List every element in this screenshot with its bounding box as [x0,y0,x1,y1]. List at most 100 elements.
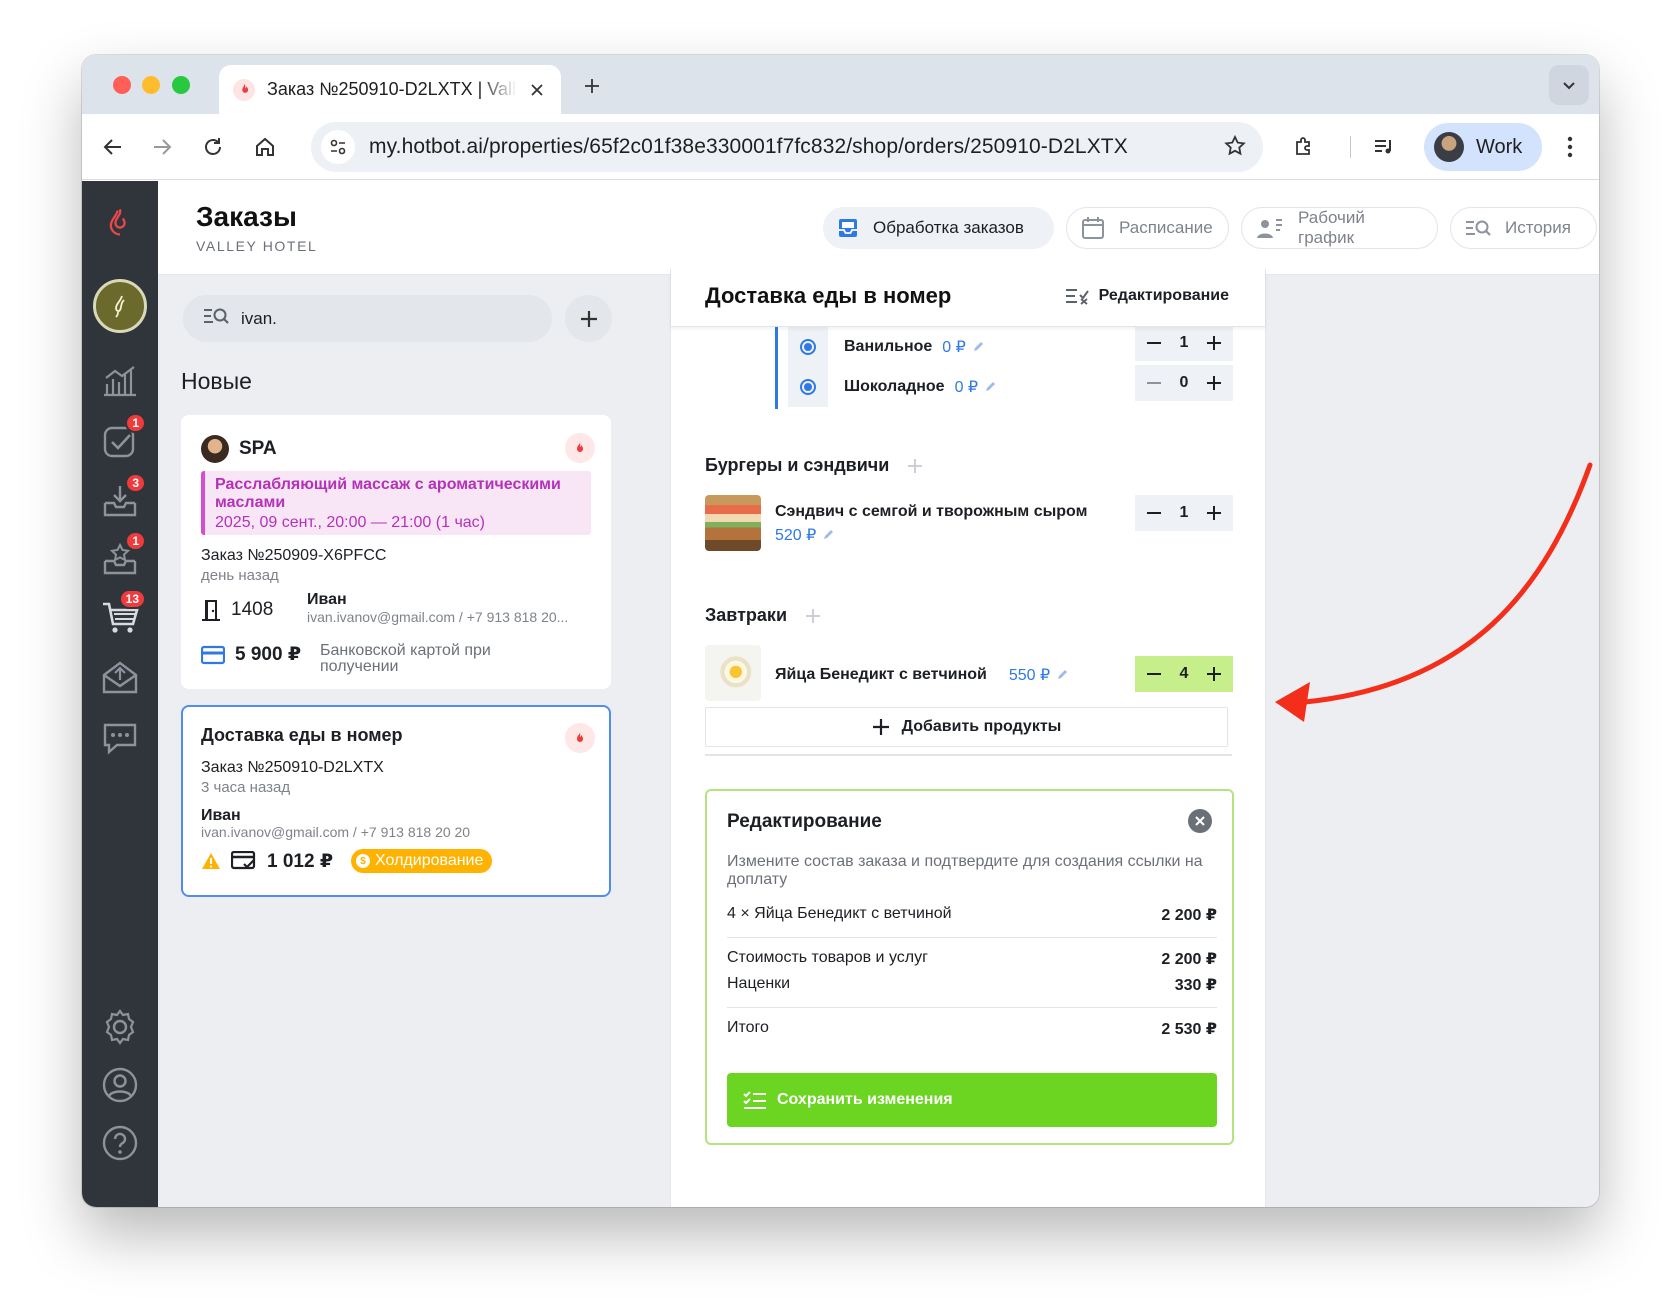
tab-history[interactable]: История [1450,207,1597,249]
plus-icon[interactable] [1203,663,1225,685]
plus-icon [872,718,890,736]
product-image [705,645,761,701]
order-amount: 5 900 ₽ [235,644,302,665]
help-question-icon[interactable] [96,1119,144,1167]
order-amount-row: 1 012 ₽ $ Холдирование [201,849,493,873]
chat-bubble-icon[interactable] [96,713,144,761]
variant-radio[interactable] [788,367,828,407]
hotel-name: VALLEY HOTEL [196,238,318,254]
browser-window: Заказ №250910-D2LXTX | Valley Hotel [82,55,1599,1207]
product-price-value: 520 ₽ [775,527,817,544]
reload-icon[interactable] [199,133,227,161]
tab-schedule[interactable]: Расписание [1066,207,1229,249]
order-card-spa[interactable]: SPA Расслабляющий массаж с ароматическим… [181,415,611,689]
order-age: 3 часа назад [201,779,291,796]
variant-name: Ванильное [844,338,933,355]
quantity-stepper: 1 [1135,495,1233,531]
plus-icon[interactable] [1203,502,1225,524]
tab-close-icon[interactable] [527,80,547,100]
order-search-input[interactable]: ivan. [183,295,552,342]
plus-icon[interactable] [1203,372,1225,394]
quantity-value: 1 [1179,504,1189,521]
profile-button[interactable]: Work [1424,123,1542,171]
product-price[interactable]: 520 ₽ [775,525,834,545]
minus-icon[interactable] [1143,663,1165,685]
editing-description: Измените состав заказа и подтвердите для… [727,853,1203,888]
edit-order-label: Редактирование [1098,287,1229,304]
page-title: Заказы [196,201,297,232]
save-changes-button[interactable]: Сохранить изменения [727,1073,1217,1127]
variant-price[interactable]: 0 ₽ [955,377,997,397]
inbox-badge: 3 [125,473,146,493]
product-row: Яйца Бенедикт с ветчиной 550 ₽ [775,665,1068,685]
site-settings-icon[interactable] [321,130,355,164]
variant-radio[interactable] [788,327,828,367]
forward-arrow-icon[interactable] [148,133,176,161]
new-tab-icon[interactable] [578,72,606,100]
window-minimize-button[interactable] [142,76,160,94]
pencil-icon [1056,669,1068,681]
mail-upload-icon[interactable] [96,653,144,701]
flame-icon [565,723,595,753]
tab-search-chevron-icon[interactable] [1549,65,1589,105]
add-category-item-icon[interactable] [805,608,821,624]
minus-icon[interactable] [1143,502,1165,524]
reviews-star-icon[interactable]: 1 [96,531,146,583]
section-new-title: Новые [181,368,252,394]
browser-tab-active[interactable]: Заказ №250910-D2LXTX | Valley Hotel [219,65,561,114]
add-category-item-icon[interactable] [907,458,923,474]
markups-amount: 330 ₽ [1174,977,1217,994]
close-icon[interactable] [1188,809,1212,833]
add-order-button[interactable] [565,295,612,342]
order-amount: 1 012 ₽ [267,850,334,872]
tab-order-processing[interactable]: Обработка заказов [823,207,1054,249]
currency-icon: $ [356,854,371,868]
back-arrow-icon[interactable] [99,133,127,161]
search-value: ivan. [241,308,277,328]
service-time: 2025, 09 сент., 20:00 — 21:00 (1 час) [215,514,485,531]
edit-order-button[interactable]: Редактирование [1065,287,1229,305]
shop-cart-icon[interactable]: 13 [96,589,146,641]
inbox-download-icon[interactable]: 3 [96,473,146,525]
add-products-label: Добавить продукты [901,718,1062,735]
payment-method: Банковской картой при получении [320,642,491,675]
hotbot-logo-icon[interactable] [96,199,144,247]
home-icon[interactable] [251,133,279,161]
search-list-icon [1465,218,1491,238]
tab-schedule-label: Расписание [1119,218,1213,237]
order-card-room-service[interactable]: Доставка еды в номер Заказ №250910-D2LXT… [181,705,611,897]
card-check-icon [231,851,257,871]
add-products-button[interactable]: Добавить продукты [705,707,1228,747]
variant-price[interactable]: 0 ₽ [942,337,984,357]
user-profile-icon[interactable] [96,1061,144,1109]
extensions-puzzle-icon[interactable] [1290,133,1318,161]
bookmark-star-icon[interactable] [1223,134,1247,163]
browser-menu-icon[interactable] [1556,133,1584,161]
shop-badge: 13 [118,589,146,609]
analytics-chart-icon[interactable] [96,357,144,405]
variant-price-value: 0 ₽ [954,379,979,396]
minus-icon[interactable] [1143,332,1165,354]
service-block: Расслабляющий массаж с ароматическими ма… [201,471,591,535]
tab-order-processing-label: Обработка заказов [873,218,1024,237]
divider [727,1007,1217,1008]
status-label: Холдирование [375,852,484,869]
window-zoom-button[interactable] [172,76,190,94]
window-close-button[interactable] [113,76,131,94]
settings-gear-icon[interactable] [96,1003,144,1051]
total-label: Итого [727,1019,769,1036]
quantity-value: 0 [1179,374,1189,391]
minus-icon[interactable] [1143,372,1165,394]
address-bar[interactable]: my.hotbot.ai/properties/65f2c01f38e33000… [311,122,1263,172]
plus-icon[interactable] [1203,332,1225,354]
divider [727,937,1217,938]
order-card-title: SPA [239,438,277,459]
hotel-avatar[interactable] [93,279,147,333]
editing-summary: Редактирование Измените состав заказа и … [705,789,1234,1145]
tasks-check-icon[interactable]: 1 [96,413,146,465]
tab-work-schedule[interactable]: Рабочий график [1241,207,1438,249]
media-queue-icon[interactable] [1370,133,1398,161]
product-price[interactable]: 550 ₽ [1009,665,1068,685]
order-number: Заказ №250910-D2LXTX [201,759,384,776]
order-age: день назад [201,567,279,584]
